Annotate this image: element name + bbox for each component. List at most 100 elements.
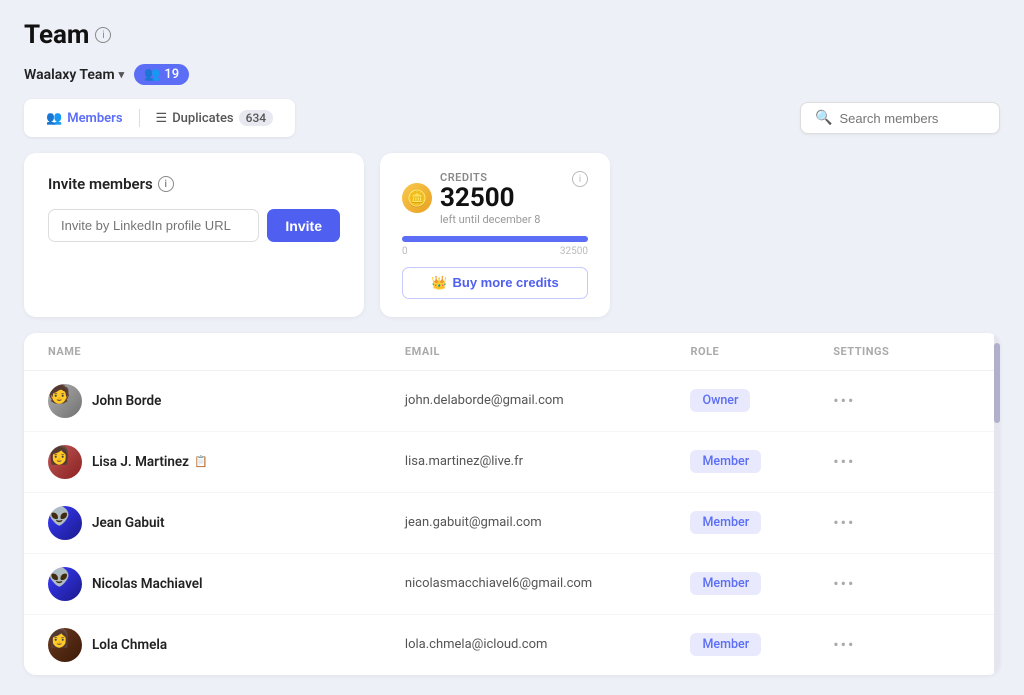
settings-dots[interactable]: ••• [833, 574, 855, 593]
member-name: Jean Gabuit [92, 515, 165, 531]
invite-info-icon[interactable]: i [158, 176, 174, 192]
members-table: NAME EMAIL ROLE SETTINGS 🧑 John Borde jo… [24, 333, 1000, 675]
invite-card-title: Invite members i [48, 175, 340, 193]
member-name-cell: 👩 Lola Chmela [48, 628, 405, 662]
credits-progress-bar [402, 236, 588, 242]
credits-subtitle: left until december 8 [440, 213, 540, 226]
table-header: NAME EMAIL ROLE SETTINGS [24, 333, 1000, 371]
email-cell: nicolasmacchiavel6@gmail.com [405, 576, 691, 591]
team-selector[interactable]: Waalaxy Team ▾ [24, 67, 124, 83]
coin-icon: 🪙 [402, 183, 432, 213]
tabs-bar: 👥 Members ☰ Duplicates 634 [24, 99, 295, 137]
search-icon: 🔍 [815, 110, 832, 126]
settings-cell: ••• [833, 513, 976, 532]
member-name-cell: 👩 Lisa J. Martinez 📋 [48, 445, 405, 479]
tabs-search-row: 👥 Members ☰ Duplicates 634 🔍 [24, 99, 1000, 137]
role-badge: Owner [690, 389, 750, 412]
table-body: 🧑 John Borde john.delaborde@gmail.com Ow… [24, 371, 1000, 675]
role-badge: Member [690, 511, 761, 534]
member-icon: 👥 [144, 67, 160, 82]
table-row: 👽 Jean Gabuit jean.gabuit@gmail.com Memb… [24, 493, 1000, 554]
cards-row: Invite members i Invite 🪙 CREDITS 32500 … [24, 153, 1000, 317]
progress-min: 0 [402, 246, 408, 257]
duplicates-icon: ☰ [156, 111, 168, 126]
table-row: 👩 Lola Chmela lola.chmela@icloud.com Mem… [24, 615, 1000, 675]
members-icon: 👥 [46, 111, 62, 126]
credits-info-icon[interactable]: i [572, 171, 588, 187]
email-cell: lola.chmela@icloud.com [405, 637, 691, 652]
settings-dots[interactable]: ••• [833, 452, 855, 471]
avatar: 👩 [48, 445, 82, 479]
avatar: 👽 [48, 567, 82, 601]
table-row: 👩 Lisa J. Martinez 📋 lisa.martinez@live.… [24, 432, 1000, 493]
credits-amount: 32500 [440, 184, 540, 213]
tab-divider [139, 109, 140, 127]
settings-dots[interactable]: ••• [833, 635, 855, 654]
credits-card: 🪙 CREDITS 32500 left until december 8 i … [380, 153, 610, 317]
invite-card: Invite members i Invite [24, 153, 364, 317]
settings-cell: ••• [833, 635, 976, 654]
search-box: 🔍 [800, 102, 1000, 134]
duplicates-count-badge: 634 [239, 110, 273, 126]
invite-form: Invite [48, 209, 340, 242]
col-name-header: NAME [48, 345, 405, 358]
role-cell: Member [690, 511, 833, 534]
role-cell: Member [690, 450, 833, 473]
email-cell: jean.gabuit@gmail.com [405, 515, 691, 530]
avatar: 👩 [48, 628, 82, 662]
linked-icon: 📋 [194, 455, 208, 468]
progress-labels: 0 32500 [402, 246, 588, 257]
role-badge: Member [690, 450, 761, 473]
scrollbar-thumb [994, 343, 1000, 423]
credits-header: 🪙 CREDITS 32500 left until december 8 i [402, 171, 588, 226]
credits-progress-fill [402, 236, 588, 242]
progress-max: 32500 [560, 246, 588, 257]
col-email-header: EMAIL [405, 345, 691, 358]
tab-members[interactable]: 👥 Members [34, 106, 135, 131]
role-badge: Member [690, 572, 761, 595]
table-row: 🧑 John Borde john.delaborde@gmail.com Ow… [24, 371, 1000, 432]
col-role-header: ROLE [690, 345, 833, 358]
buy-more-credits-button[interactable]: 👑 Buy more credits [402, 267, 588, 299]
email-cell: lisa.martinez@live.fr [405, 454, 691, 469]
member-name-cell: 👽 Jean Gabuit [48, 506, 405, 540]
crown-icon: 👑 [431, 275, 447, 291]
member-name: Nicolas Machiavel [92, 576, 203, 592]
settings-cell: ••• [833, 452, 976, 471]
email-cell: john.delaborde@gmail.com [405, 393, 691, 408]
settings-cell: ••• [833, 574, 976, 593]
settings-cell: ••• [833, 391, 976, 410]
member-count: 19 [164, 67, 179, 82]
invite-button[interactable]: Invite [267, 209, 340, 242]
team-name: Waalaxy Team [24, 67, 115, 83]
member-name: Lisa J. Martinez 📋 [92, 454, 208, 470]
credits-label-col: CREDITS 32500 left until december 8 [440, 171, 540, 226]
member-name: Lola Chmela [92, 637, 167, 653]
search-input[interactable] [839, 111, 985, 126]
scrollbar-track[interactable] [994, 333, 1000, 675]
role-cell: Member [690, 572, 833, 595]
tab-duplicates-label: Duplicates [172, 111, 233, 126]
member-name-cell: 🧑 John Borde [48, 384, 405, 418]
tab-duplicates[interactable]: ☰ Duplicates 634 [144, 105, 286, 131]
chevron-down-icon: ▾ [119, 68, 125, 81]
tab-members-label: Members [67, 111, 122, 126]
member-name: John Borde [92, 393, 161, 409]
settings-dots[interactable]: ••• [833, 391, 855, 410]
table-row: 👽 Nicolas Machiavel nicolasmacchiavel6@g… [24, 554, 1000, 615]
member-name-cell: 👽 Nicolas Machiavel [48, 567, 405, 601]
invite-title-text: Invite members [48, 175, 153, 193]
team-selector-row: Waalaxy Team ▾ 👥 19 [24, 64, 1000, 85]
role-badge: Member [690, 633, 761, 656]
buy-btn-label: Buy more credits [452, 275, 558, 290]
credits-icon-row: 🪙 CREDITS 32500 left until december 8 [402, 171, 540, 226]
avatar: 👽 [48, 506, 82, 540]
avatar: 🧑 [48, 384, 82, 418]
page-header: Team i [24, 20, 1000, 50]
page-title: Team [24, 20, 89, 50]
col-settings-header: SETTINGS [833, 345, 976, 358]
role-cell: Owner [690, 389, 833, 412]
settings-dots[interactable]: ••• [833, 513, 855, 532]
page-info-icon[interactable]: i [95, 27, 111, 43]
invite-input[interactable] [48, 209, 259, 242]
